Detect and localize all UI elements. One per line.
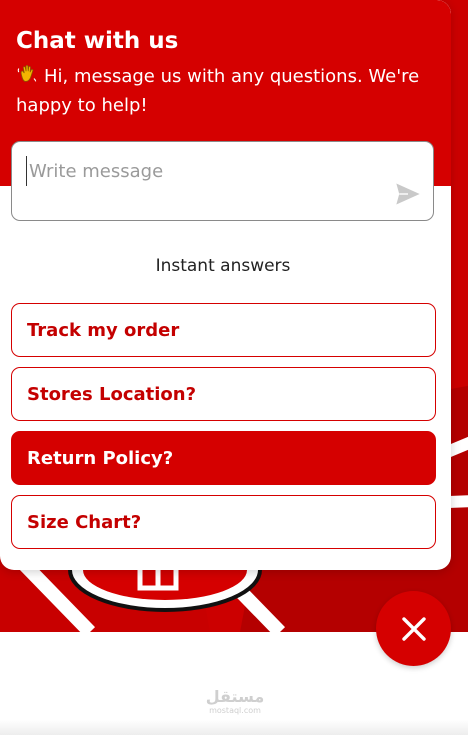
message-box[interactable] — [11, 141, 434, 221]
close-icon — [401, 616, 426, 641]
chat-widget-panel: Chat with us Hi, message us with any que… — [0, 0, 451, 570]
chat-title: Chat with us — [16, 28, 179, 54]
answer-track-order-button[interactable]: Track my order — [11, 303, 436, 357]
watermark-text: مستقل — [205, 687, 265, 706]
chat-greeting: Hi, message us with any questions. We're… — [16, 62, 436, 120]
instant-answers-list: Track my order Stores Location? Return P… — [11, 303, 436, 559]
send-button[interactable] — [393, 180, 423, 210]
instant-answers-label: Instant answers — [155, 256, 291, 276]
chat-subtitle: Hi, message us with any questions. We're… — [16, 66, 420, 116]
message-input[interactable] — [26, 156, 389, 186]
answer-return-policy-button[interactable]: Return Policy? — [11, 431, 436, 485]
watermark: مستقل mostaql.com — [200, 688, 270, 716]
watermark-url: mostaql.com — [209, 706, 261, 715]
answer-stores-location-button[interactable]: Stores Location? — [11, 367, 436, 421]
wave-emoji-icon — [17, 64, 37, 82]
close-chat-button[interactable] — [376, 591, 451, 666]
answer-size-chart-button[interactable]: Size Chart? — [11, 495, 436, 549]
send-icon — [396, 183, 420, 205]
